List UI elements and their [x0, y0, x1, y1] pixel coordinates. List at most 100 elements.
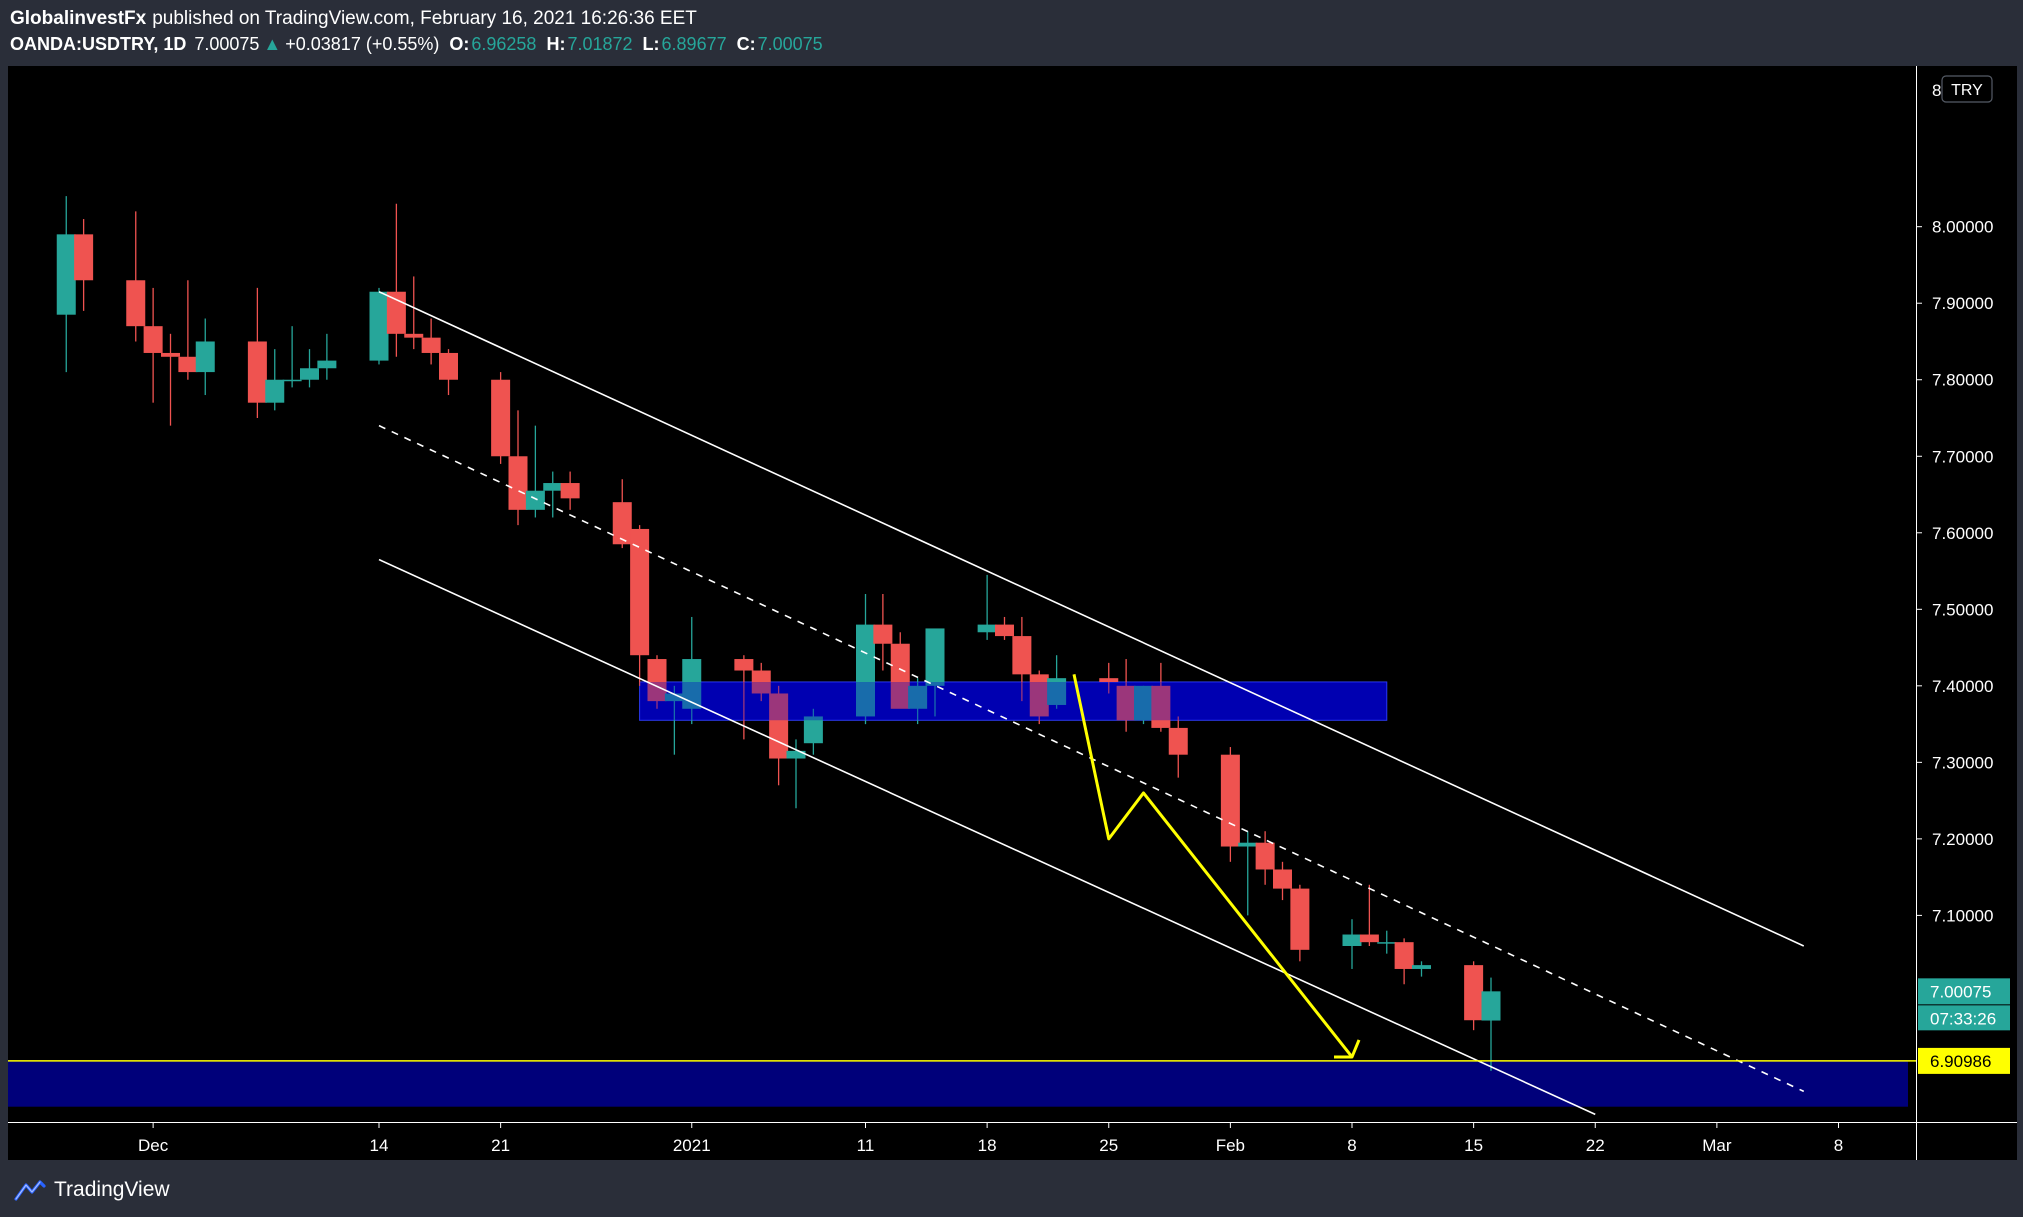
candle-2020-12-17	[421, 318, 441, 365]
candle-body	[369, 291, 389, 361]
candle-2020-12-21	[491, 372, 511, 464]
time-tick-label: 8	[1347, 1136, 1356, 1155]
candle-2020-12-23	[525, 425, 545, 518]
candle-body	[126, 280, 146, 327]
candle-body	[317, 360, 337, 369]
candle-body	[282, 379, 302, 382]
candle-2021-01-18	[977, 574, 997, 640]
candle-2021-02-09	[1359, 884, 1379, 946]
candle-2021-02-02	[1238, 831, 1258, 916]
candle-body	[995, 624, 1014, 637]
candle-body	[560, 483, 580, 499]
candle-body	[1099, 678, 1119, 682]
time-tick-label: 15	[1464, 1136, 1483, 1155]
candle-2020-12-22	[508, 410, 528, 526]
candle-body	[734, 659, 754, 671]
candle-body	[1168, 727, 1188, 755]
candle-body	[977, 624, 997, 633]
candle-2020-12-07	[247, 287, 267, 418]
candle-body	[300, 368, 319, 380]
candle-body	[630, 528, 650, 656]
candle-2021-01-19	[995, 616, 1014, 640]
price-tick-label: 8.00000	[1932, 218, 1993, 237]
symbol-interval[interactable]: OANDA:USDTRY, 1D	[10, 35, 186, 53]
candle-2020-12-10	[300, 349, 319, 388]
candle-2020-12-03	[178, 280, 198, 380]
support-price-label: 6.90986	[1930, 1052, 1991, 1071]
candle-2020-12-16	[404, 276, 424, 350]
time-tick-label: 22	[1586, 1136, 1605, 1155]
currency-badge: TRY	[1941, 75, 1993, 103]
candle-2020-11-26	[56, 196, 76, 373]
candle-2021-01-12	[873, 594, 893, 671]
candle-body	[74, 234, 94, 281]
author-name[interactable]: GlobalinvestFx	[10, 9, 146, 28]
time-tick-label: 21	[491, 1136, 510, 1155]
candle-body	[543, 483, 563, 491]
candle-2020-12-14	[369, 287, 389, 365]
candle-2020-12-02	[161, 333, 180, 426]
publication-line: GlobalinvestFx published on TradingView.…	[10, 6, 823, 30]
price-tick-label: 7.10000	[1932, 906, 1993, 925]
candle-body	[925, 628, 945, 686]
candle-body	[247, 341, 267, 403]
candle-body	[195, 341, 215, 373]
footer: TradingView	[14, 1175, 170, 1205]
candle-body	[1012, 636, 1032, 675]
candle-body	[265, 379, 285, 403]
chart-area[interactable]: 8.00000 7.90000 7.80000 7.70000 7.60000 7.500…	[8, 66, 2017, 1160]
open-value: 6.96258	[471, 34, 537, 54]
candle-2021-02-12	[1412, 961, 1431, 977]
price-tick-label: 7.30000	[1932, 753, 1993, 772]
published-info: published on TradingView.com, February 1…	[152, 7, 697, 29]
countdown-label: 07:33:26	[1930, 1009, 1996, 1028]
candle-body	[1412, 965, 1431, 969]
time-tick-label: 25	[1099, 1136, 1118, 1155]
candle-body	[1394, 942, 1414, 969]
candle-2021-02-15	[1464, 961, 1484, 1031]
tradingview-logo-icon	[14, 1180, 46, 1201]
price-change: +0.03817 (+0.55%)	[285, 34, 440, 54]
high-label: H:	[546, 34, 566, 54]
time-tick-label: 8	[1834, 1136, 1843, 1155]
tradingview-brand[interactable]: TradingView	[54, 1178, 170, 1202]
up-arrow-icon: ▲	[263, 34, 282, 54]
price-tick-label: 7.50000	[1932, 600, 1993, 619]
price-tick-label: 7.80000	[1932, 371, 1993, 390]
candle-2021-02-08	[1342, 919, 1362, 969]
candle-body	[873, 624, 893, 644]
candle-body	[1464, 965, 1484, 1021]
candle-2021-02-16	[1481, 977, 1501, 1071]
price-tick-label: 7.60000	[1932, 524, 1993, 543]
close-value: 7.00075	[757, 34, 823, 54]
candle-body	[1238, 842, 1258, 847]
candle-body	[161, 352, 180, 357]
last-price-label: 7.00075	[1930, 982, 1991, 1001]
time-tick-label: 11	[857, 1136, 875, 1155]
candle-2020-12-04	[195, 318, 215, 396]
candle-body	[1342, 934, 1362, 946]
support-zone	[8, 1061, 1908, 1107]
candle-2020-12-08	[265, 349, 285, 411]
candle-body	[525, 490, 545, 510]
candle-2020-12-25	[560, 471, 580, 510]
candle-body	[143, 326, 163, 353]
candle-2021-02-10	[1377, 930, 1397, 954]
candle-body	[612, 502, 632, 545]
channel-upper-line	[378, 291, 1805, 947]
candle-2021-02-05	[1290, 884, 1310, 962]
candle-body	[386, 291, 406, 334]
candle-2021-02-11	[1394, 938, 1414, 985]
plot-area	[8, 196, 1916, 1116]
candlestick-chart[interactable]: 8.00000 7.90000 7.80000 7.70000 7.60000 7.500…	[8, 66, 2017, 1160]
price-tick-label: 7.20000	[1932, 830, 1993, 849]
candle-2021-02-01	[1220, 747, 1240, 862]
last-price: 7.00075	[194, 34, 260, 54]
price-tick-label: 7.70000	[1932, 447, 1993, 466]
candle-body	[491, 379, 511, 457]
candle-2020-12-11	[317, 333, 337, 380]
candle-body	[56, 234, 76, 315]
candle-2021-01-29	[1168, 716, 1188, 778]
currency-badge-text: TRY	[1951, 82, 1983, 99]
resistance-zone-tint	[639, 682, 1387, 721]
